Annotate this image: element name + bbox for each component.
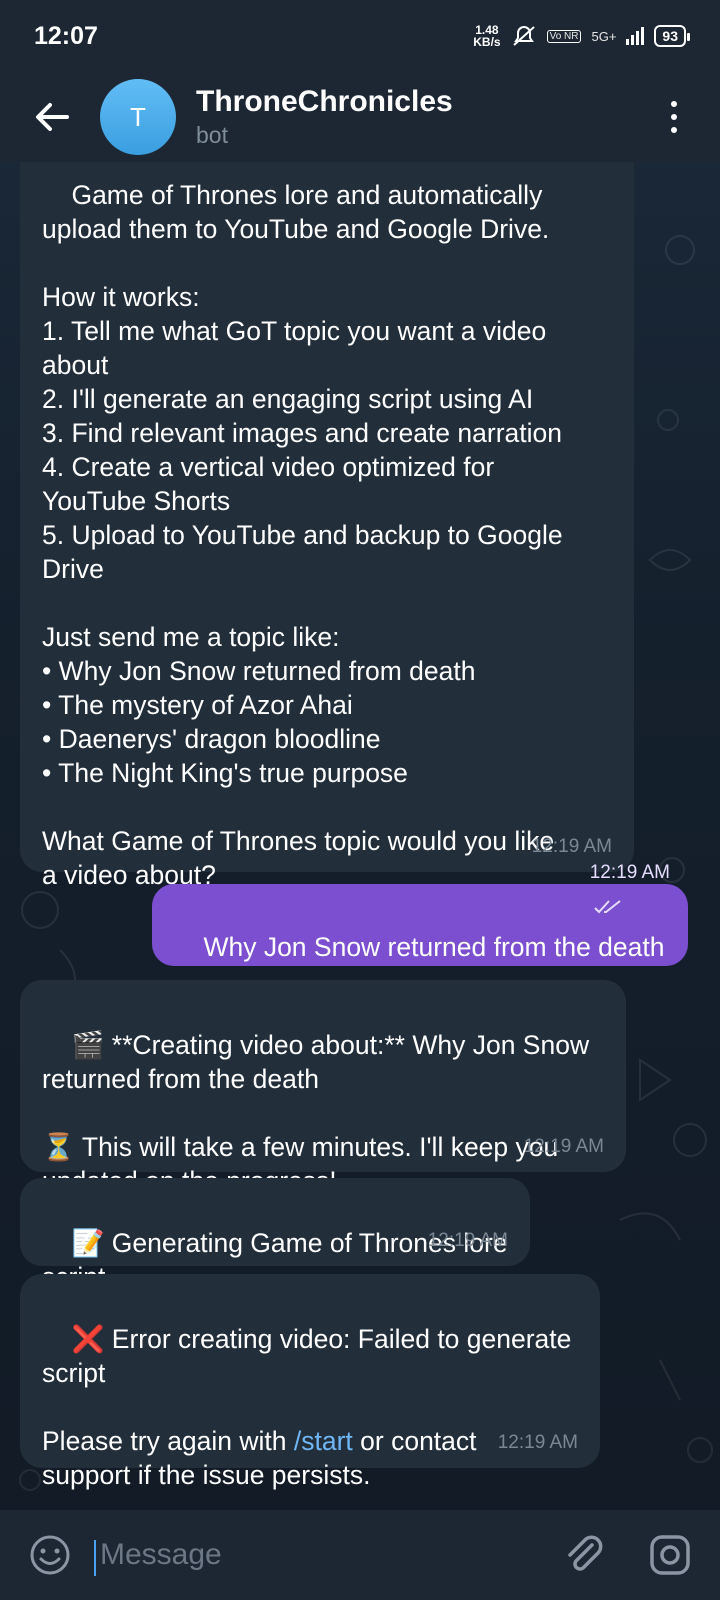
camera-icon[interactable] xyxy=(648,1533,692,1577)
message-time: 12:19 AM xyxy=(497,1432,578,1453)
status-icons: 1.48 KB/s Vo NR 5G+ 93 xyxy=(473,23,690,49)
message-bubble-in[interactable]: Game of Thrones lore and automatically u… xyxy=(20,162,634,890)
message-bubble-in[interactable]: 📝 Generating Game of Thrones lore script… xyxy=(20,1178,530,1292)
chat-subtitle: bot xyxy=(196,122,228,148)
message-time: 12:19 AM xyxy=(589,862,670,883)
paperclip-icon[interactable] xyxy=(562,1533,606,1577)
arrow-left-icon xyxy=(36,103,69,131)
message-time: 12:19 AM xyxy=(523,1136,604,1157)
chat-title-block[interactable]: ThroneChronicles bot xyxy=(196,84,453,150)
message-bubble-in[interactable]: ❌ Error creating video: Failed to genera… xyxy=(20,1274,600,1490)
chat-header: T ThroneChronicles bot xyxy=(0,72,720,162)
message-time: 12:19 AM xyxy=(427,1230,508,1251)
avatar[interactable]: T xyxy=(100,79,176,155)
message-text: 🎬 **Creating video about:** Why Jon Snow… xyxy=(42,1030,590,1196)
message-composer: Message xyxy=(0,1510,720,1600)
double-check-icon xyxy=(594,900,621,914)
back-button[interactable] xyxy=(22,87,82,147)
message-bubble-out[interactable]: Why Jon Snow returned from the death 12:… xyxy=(152,862,688,966)
volte-badge: Vo NR xyxy=(546,29,582,43)
status-bar: 12:07 1.48 KB/s Vo NR 5G+ 93 xyxy=(0,0,720,72)
network-speed: 1.48 KB/s xyxy=(473,23,501,49)
message-time-row: 12:19 AM xyxy=(558,822,670,958)
start-command-link[interactable]: /start xyxy=(294,1426,353,1456)
more-menu-button[interactable] xyxy=(664,97,684,137)
message-list[interactable]: Game of Thrones lore and automatically u… xyxy=(0,162,720,1510)
smile-icon[interactable] xyxy=(28,1533,72,1577)
status-time: 12:07 xyxy=(34,21,98,50)
chat-title: ThroneChronicles xyxy=(196,85,453,118)
battery-level: 93 xyxy=(654,25,690,47)
mute-bell-icon xyxy=(512,26,535,46)
more-vertical-icon xyxy=(671,101,677,107)
message-input[interactable]: Message xyxy=(94,1538,562,1576)
message-text: ❌ Error creating video: Failed to genera… xyxy=(42,1324,572,1490)
message-bubble-in[interactable]: 🎬 **Creating video about:** Why Jon Snow… xyxy=(20,980,626,1196)
signal-icon xyxy=(626,27,645,45)
network-type: 5G+ xyxy=(591,28,617,44)
message-text: Game of Thrones lore and automatically u… xyxy=(42,180,563,890)
